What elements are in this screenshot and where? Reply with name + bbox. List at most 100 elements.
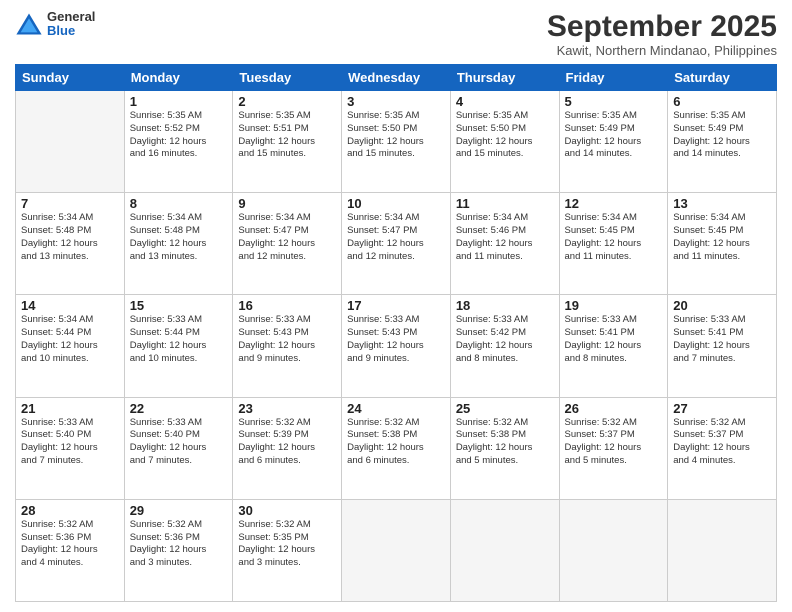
- day-number: 9: [238, 196, 336, 211]
- day-cell: 29Sunrise: 5:32 AM Sunset: 5:36 PM Dayli…: [124, 499, 233, 601]
- day-cell: 4Sunrise: 5:35 AM Sunset: 5:50 PM Daylig…: [450, 91, 559, 193]
- logo-general: General: [47, 10, 95, 24]
- day-cell: [342, 499, 451, 601]
- day-number: 28: [21, 503, 119, 518]
- col-header-sunday: Sunday: [16, 65, 125, 91]
- col-header-wednesday: Wednesday: [342, 65, 451, 91]
- day-number: 20: [673, 298, 771, 313]
- day-cell: 1Sunrise: 5:35 AM Sunset: 5:52 PM Daylig…: [124, 91, 233, 193]
- day-info: Sunrise: 5:32 AM Sunset: 5:38 PM Dayligh…: [347, 417, 445, 468]
- day-number: 26: [565, 401, 663, 416]
- day-cell: 16Sunrise: 5:33 AM Sunset: 5:43 PM Dayli…: [233, 295, 342, 397]
- day-number: 6: [673, 94, 771, 109]
- day-cell: 25Sunrise: 5:32 AM Sunset: 5:38 PM Dayli…: [450, 397, 559, 499]
- day-info: Sunrise: 5:33 AM Sunset: 5:41 PM Dayligh…: [565, 314, 663, 365]
- week-row-4: 21Sunrise: 5:33 AM Sunset: 5:40 PM Dayli…: [16, 397, 777, 499]
- col-header-monday: Monday: [124, 65, 233, 91]
- col-header-thursday: Thursday: [450, 65, 559, 91]
- week-row-3: 14Sunrise: 5:34 AM Sunset: 5:44 PM Dayli…: [16, 295, 777, 397]
- day-cell: [16, 91, 125, 193]
- day-number: 14: [21, 298, 119, 313]
- day-number: 22: [130, 401, 228, 416]
- day-info: Sunrise: 5:34 AM Sunset: 5:45 PM Dayligh…: [673, 212, 771, 263]
- day-info: Sunrise: 5:32 AM Sunset: 5:36 PM Dayligh…: [21, 519, 119, 570]
- day-info: Sunrise: 5:35 AM Sunset: 5:49 PM Dayligh…: [673, 110, 771, 161]
- day-info: Sunrise: 5:35 AM Sunset: 5:50 PM Dayligh…: [456, 110, 554, 161]
- day-number: 8: [130, 196, 228, 211]
- day-cell: 20Sunrise: 5:33 AM Sunset: 5:41 PM Dayli…: [668, 295, 777, 397]
- day-cell: [668, 499, 777, 601]
- day-info: Sunrise: 5:32 AM Sunset: 5:36 PM Dayligh…: [130, 519, 228, 570]
- day-number: 19: [565, 298, 663, 313]
- day-cell: 12Sunrise: 5:34 AM Sunset: 5:45 PM Dayli…: [559, 193, 668, 295]
- day-cell: 7Sunrise: 5:34 AM Sunset: 5:48 PM Daylig…: [16, 193, 125, 295]
- day-info: Sunrise: 5:34 AM Sunset: 5:47 PM Dayligh…: [347, 212, 445, 263]
- day-number: 12: [565, 196, 663, 211]
- day-number: 11: [456, 196, 554, 211]
- day-cell: [450, 499, 559, 601]
- day-info: Sunrise: 5:35 AM Sunset: 5:51 PM Dayligh…: [238, 110, 336, 161]
- day-number: 17: [347, 298, 445, 313]
- day-number: 25: [456, 401, 554, 416]
- day-cell: 13Sunrise: 5:34 AM Sunset: 5:45 PM Dayli…: [668, 193, 777, 295]
- day-info: Sunrise: 5:33 AM Sunset: 5:44 PM Dayligh…: [130, 314, 228, 365]
- day-cell: 10Sunrise: 5:34 AM Sunset: 5:47 PM Dayli…: [342, 193, 451, 295]
- day-info: Sunrise: 5:33 AM Sunset: 5:41 PM Dayligh…: [673, 314, 771, 365]
- day-cell: 8Sunrise: 5:34 AM Sunset: 5:48 PM Daylig…: [124, 193, 233, 295]
- day-info: Sunrise: 5:34 AM Sunset: 5:47 PM Dayligh…: [238, 212, 336, 263]
- logo-text: General Blue: [47, 10, 95, 39]
- col-header-friday: Friday: [559, 65, 668, 91]
- day-cell: 2Sunrise: 5:35 AM Sunset: 5:51 PM Daylig…: [233, 91, 342, 193]
- day-number: 21: [21, 401, 119, 416]
- day-number: 3: [347, 94, 445, 109]
- day-info: Sunrise: 5:34 AM Sunset: 5:48 PM Dayligh…: [130, 212, 228, 263]
- day-cell: 11Sunrise: 5:34 AM Sunset: 5:46 PM Dayli…: [450, 193, 559, 295]
- day-cell: 27Sunrise: 5:32 AM Sunset: 5:37 PM Dayli…: [668, 397, 777, 499]
- day-info: Sunrise: 5:35 AM Sunset: 5:49 PM Dayligh…: [565, 110, 663, 161]
- week-row-2: 7 Sunrise: 5:34 AM Sunset: 5:48 PM Daylig…: [16, 193, 777, 295]
- day-info: Sunrise: 5:33 AM Sunset: 5:43 PM Dayligh…: [347, 314, 445, 365]
- day-number: 10: [347, 196, 445, 211]
- day-cell: 26Sunrise: 5:32 AM Sunset: 5:37 PM Dayli…: [559, 397, 668, 499]
- calendar-table: SundayMondayTuesdayWednesdayThursdayFrid…: [15, 64, 777, 602]
- day-number: 7: [21, 196, 119, 211]
- day-cell: 19Sunrise: 5:33 AM Sunset: 5:41 PM Dayli…: [559, 295, 668, 397]
- day-number: 27: [673, 401, 771, 416]
- subtitle: Kawit, Northern Mindanao, Philippines: [547, 43, 777, 58]
- logo-blue: Blue: [47, 24, 95, 38]
- day-cell: 9Sunrise: 5:34 AM Sunset: 5:47 PM Daylig…: [233, 193, 342, 295]
- title-block: September 2025 Kawit, Northern Mindanao,…: [547, 10, 777, 58]
- day-cell: 18Sunrise: 5:33 AM Sunset: 5:42 PM Dayli…: [450, 295, 559, 397]
- week-row-1: 1Sunrise: 5:35 AM Sunset: 5:52 PM Daylig…: [16, 91, 777, 193]
- day-info: Sunrise: 5:34 AM Sunset: 5:44 PM Dayligh…: [21, 314, 119, 365]
- day-info: Sunrise: 5:32 AM Sunset: 5:38 PM Dayligh…: [456, 417, 554, 468]
- day-number: 18: [456, 298, 554, 313]
- day-cell: 28Sunrise: 5:32 AM Sunset: 5:36 PM Dayli…: [16, 499, 125, 601]
- day-number: 30: [238, 503, 336, 518]
- day-number: 15: [130, 298, 228, 313]
- day-cell: 24Sunrise: 5:32 AM Sunset: 5:38 PM Dayli…: [342, 397, 451, 499]
- day-number: 13: [673, 196, 771, 211]
- day-number: 24: [347, 401, 445, 416]
- day-info: Sunrise: 5:32 AM Sunset: 5:35 PM Dayligh…: [238, 519, 336, 570]
- day-info: Sunrise: 5:33 AM Sunset: 5:40 PM Dayligh…: [21, 417, 119, 468]
- day-info: Sunrise: 5:33 AM Sunset: 5:40 PM Dayligh…: [130, 417, 228, 468]
- page: General Blue September 2025 Kawit, North…: [0, 0, 792, 612]
- month-title: September 2025: [547, 10, 777, 43]
- col-header-saturday: Saturday: [668, 65, 777, 91]
- col-header-tuesday: Tuesday: [233, 65, 342, 91]
- header-row: SundayMondayTuesdayWednesdayThursdayFrid…: [16, 65, 777, 91]
- day-cell: [559, 499, 668, 601]
- week-row-5: 28Sunrise: 5:32 AM Sunset: 5:36 PM Dayli…: [16, 499, 777, 601]
- day-cell: 21Sunrise: 5:33 AM Sunset: 5:40 PM Dayli…: [16, 397, 125, 499]
- day-cell: 30Sunrise: 5:32 AM Sunset: 5:35 PM Dayli…: [233, 499, 342, 601]
- day-info: Sunrise: 5:34 AM Sunset: 5:46 PM Dayligh…: [456, 212, 554, 263]
- day-cell: 17Sunrise: 5:33 AM Sunset: 5:43 PM Dayli…: [342, 295, 451, 397]
- day-cell: 3Sunrise: 5:35 AM Sunset: 5:50 PM Daylig…: [342, 91, 451, 193]
- day-number: 1: [130, 94, 228, 109]
- day-info: Sunrise: 5:33 AM Sunset: 5:42 PM Dayligh…: [456, 314, 554, 365]
- day-info: Sunrise: 5:35 AM Sunset: 5:52 PM Dayligh…: [130, 110, 228, 161]
- day-cell: 6Sunrise: 5:35 AM Sunset: 5:49 PM Daylig…: [668, 91, 777, 193]
- logo: General Blue: [15, 10, 95, 39]
- day-number: 4: [456, 94, 554, 109]
